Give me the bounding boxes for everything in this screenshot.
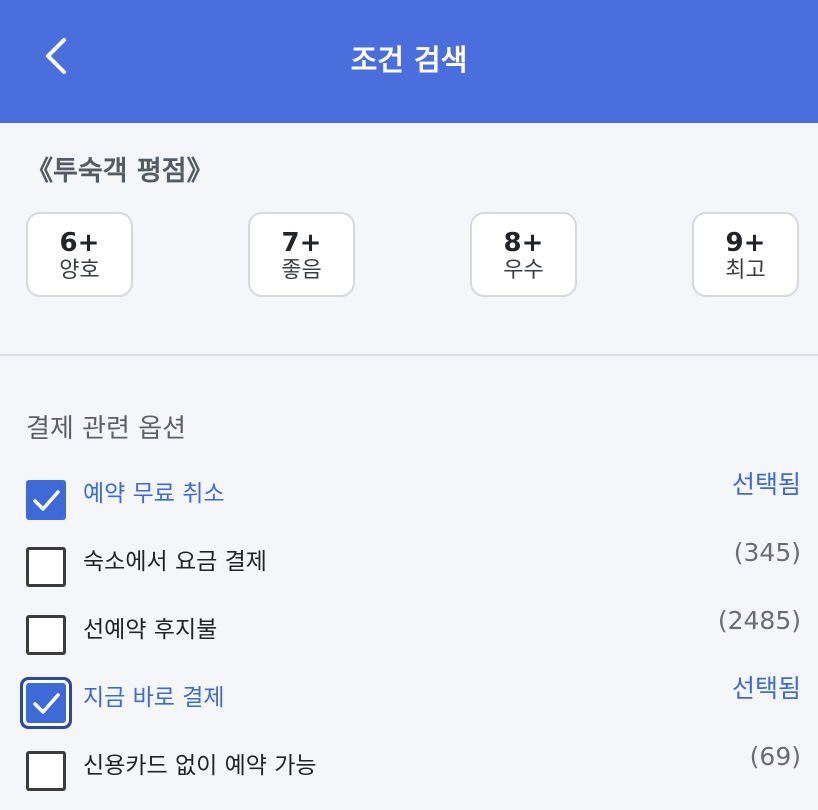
option-status: 선택됨 bbox=[731, 674, 801, 703]
rating-score: 6+ bbox=[59, 228, 100, 258]
option-count: (345) bbox=[733, 538, 801, 567]
checkbox[interactable] bbox=[26, 615, 66, 655]
payment-option-book-now-pay-later[interactable]: 선예약 후지불 (2485) bbox=[0, 606, 818, 666]
rating-section-title: 《투숙객 평점》 bbox=[26, 156, 214, 187]
option-count: (2485) bbox=[717, 606, 801, 635]
rating-score: 7+ bbox=[281, 228, 322, 258]
option-label: 선예약 후지불 bbox=[83, 617, 218, 643]
header-bar: 조건 검색 bbox=[0, 0, 818, 123]
option-label: 예약 무료 취소 bbox=[83, 481, 225, 507]
checkbox-checked[interactable] bbox=[26, 683, 66, 723]
checkbox-checked[interactable] bbox=[26, 480, 66, 520]
checkbox[interactable] bbox=[26, 751, 66, 791]
option-label: 지금 바로 결제 bbox=[83, 685, 225, 711]
option-status: 선택됨 bbox=[731, 470, 801, 499]
rating-option-7[interactable]: 7+ 좋음 bbox=[248, 212, 355, 297]
payment-section-title: 결제 관련 옵션 bbox=[26, 414, 187, 444]
option-label: 숙소에서 요금 결제 bbox=[83, 549, 267, 575]
rating-option-6[interactable]: 6+ 양호 bbox=[26, 212, 133, 297]
rating-option-9[interactable]: 9+ 최고 bbox=[692, 212, 799, 297]
checkbox[interactable] bbox=[26, 547, 66, 587]
option-label: 신용카드 없이 예약 가능 bbox=[83, 753, 317, 779]
rating-score: 8+ bbox=[503, 228, 544, 258]
page-title: 조건 검색 bbox=[350, 43, 468, 77]
payment-option-pay-at-property[interactable]: 숙소에서 요금 결제 (345) bbox=[0, 538, 818, 598]
payment-option-pay-now[interactable]: 지금 바로 결제 선택됨 bbox=[0, 674, 818, 734]
rating-label: 좋음 bbox=[281, 258, 322, 283]
payment-option-no-credit-card[interactable]: 신용카드 없이 예약 가능 (69) bbox=[0, 742, 818, 802]
rating-label: 양호 bbox=[59, 258, 100, 283]
rating-option-8[interactable]: 8+ 우수 bbox=[470, 212, 577, 297]
payment-option-free-cancel[interactable]: 예약 무료 취소 선택됨 bbox=[0, 470, 818, 530]
option-count: (69) bbox=[749, 742, 801, 771]
checkmark-icon bbox=[33, 490, 60, 511]
checkmark-icon bbox=[33, 693, 60, 714]
rating-label: 우수 bbox=[503, 258, 544, 283]
section-divider bbox=[0, 354, 818, 356]
rating-score: 9+ bbox=[725, 228, 766, 258]
rating-label: 최고 bbox=[725, 258, 766, 283]
